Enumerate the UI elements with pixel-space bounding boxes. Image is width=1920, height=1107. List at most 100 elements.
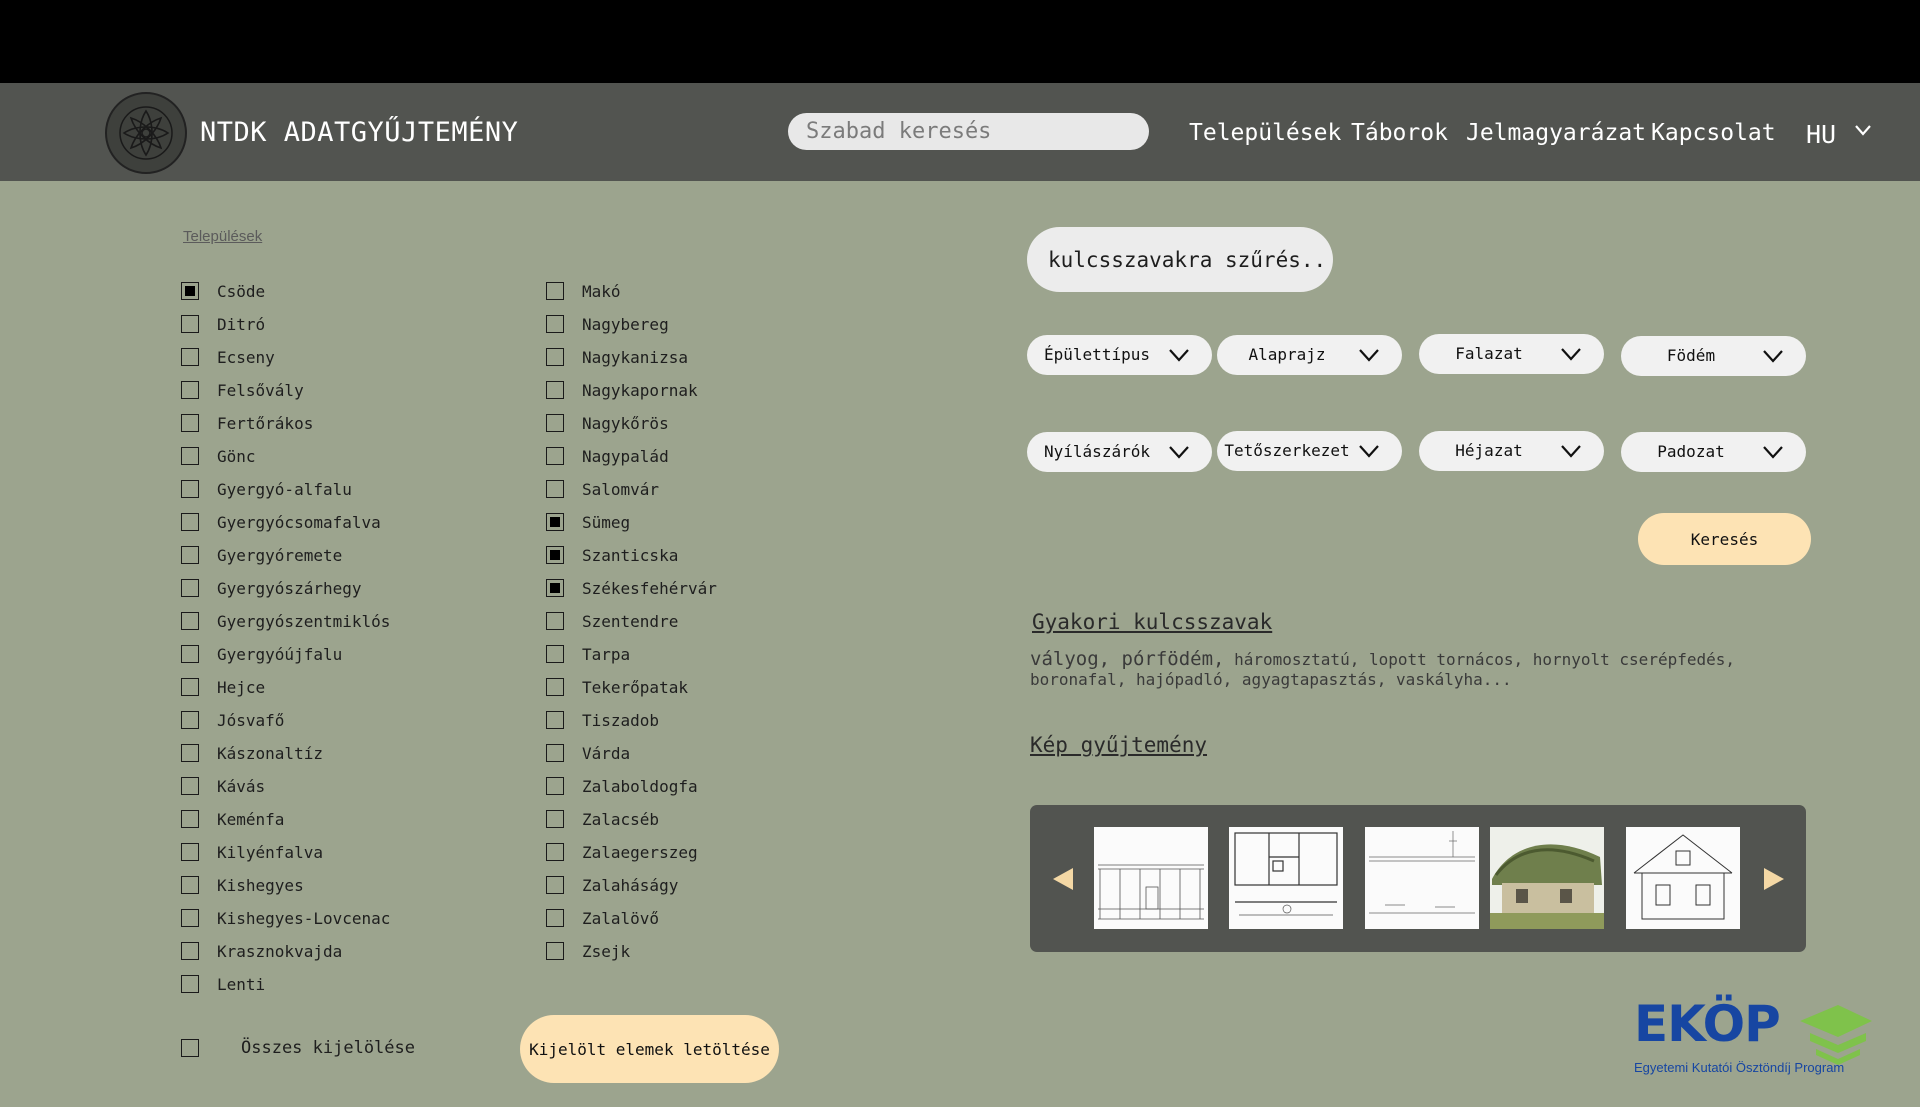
checkbox[interactable] — [546, 513, 564, 531]
settlement-checkbox-row[interactable]: Gyergyószárhegy — [181, 576, 362, 600]
settlement-checkbox-row[interactable]: Gönc — [181, 444, 256, 468]
dropdown-flooring[interactable]: Padozat — [1621, 432, 1806, 472]
checkbox[interactable] — [546, 909, 564, 927]
checkbox[interactable] — [546, 876, 564, 894]
settlement-checkbox-row[interactable]: Tiszadob — [546, 708, 659, 732]
nav-settlements[interactable]: Települések — [1189, 120, 1341, 146]
checkbox[interactable] — [181, 678, 199, 696]
chevron-down-icon[interactable] — [1854, 124, 1872, 136]
dropdown-walls[interactable]: Falazat — [1419, 334, 1604, 374]
settlement-checkbox-row[interactable]: Tarpa — [546, 642, 630, 666]
settlement-checkbox-row[interactable]: Kishegyes — [181, 873, 304, 897]
settlement-checkbox-row[interactable]: Gyergyó-alfalu — [181, 477, 352, 501]
settlement-checkbox-row[interactable]: Nagybereg — [546, 312, 669, 336]
checkbox[interactable] — [181, 447, 199, 465]
site-title[interactable]: NTDK ADATGYŰJTEMÉNY — [200, 117, 518, 148]
settlement-checkbox-row[interactable]: Nagykanizsa — [546, 345, 688, 369]
settlement-checkbox-row[interactable]: Salomvár — [546, 477, 659, 501]
settlement-checkbox-row[interactable]: Felsővály — [181, 378, 304, 402]
nav-camps[interactable]: Táborok — [1351, 120, 1448, 146]
gallery-next-icon[interactable] — [1764, 868, 1784, 890]
dropdown-openings[interactable]: Nyílászárók — [1027, 432, 1212, 472]
checkbox[interactable] — [546, 414, 564, 432]
checkbox[interactable] — [546, 381, 564, 399]
gallery-thumb-porch-drawing[interactable] — [1094, 827, 1208, 929]
checkbox[interactable] — [181, 315, 199, 333]
settlement-checkbox-row[interactable]: Csöde — [181, 279, 265, 303]
checkbox[interactable] — [546, 777, 564, 795]
checkbox[interactable] — [546, 942, 564, 960]
select-all-checkbox[interactable]: Összes kijelölése — [181, 1036, 415, 1060]
seal-logo[interactable] — [104, 91, 188, 175]
checkbox[interactable] — [546, 810, 564, 828]
checkbox[interactable] — [546, 315, 564, 333]
settlement-checkbox-row[interactable]: Ecseny — [181, 345, 275, 369]
dropdown-building-type[interactable]: Épülettípus — [1027, 335, 1212, 375]
settlement-checkbox-row[interactable]: Lenti — [181, 972, 265, 996]
checkbox[interactable] — [181, 810, 199, 828]
settlement-checkbox-row[interactable]: Zalalövő — [546, 906, 659, 930]
checkbox[interactable] — [546, 348, 564, 366]
checkbox[interactable] — [181, 579, 199, 597]
settlement-checkbox-row[interactable]: Makó — [546, 279, 621, 303]
language-selector[interactable]: HU — [1806, 120, 1836, 149]
nav-legend[interactable]: Jelmagyarázat — [1466, 120, 1646, 146]
frequent-keywords-heading[interactable]: Gyakori kulcsszavak — [1032, 610, 1272, 634]
settlement-checkbox-row[interactable]: Zalacséb — [546, 807, 659, 831]
checkbox[interactable] — [546, 711, 564, 729]
dropdown-roofing[interactable]: Héjazat — [1419, 431, 1604, 471]
checkbox[interactable] — [181, 414, 199, 432]
settlement-checkbox-row[interactable]: Gyergyócsomafalva — [181, 510, 381, 534]
settlement-checkbox-row[interactable]: Zsejk — [546, 939, 630, 963]
checkbox[interactable] — [181, 282, 199, 300]
settlement-checkbox-row[interactable]: Szanticska — [546, 543, 678, 567]
settlement-checkbox-row[interactable]: Nagykapornak — [546, 378, 698, 402]
checkbox[interactable] — [181, 975, 199, 993]
settlement-checkbox-row[interactable]: Gyergyóremete — [181, 543, 342, 567]
settlement-checkbox-row[interactable]: Tekerőpatak — [546, 675, 688, 699]
dropdown-ceiling[interactable]: Födém — [1621, 336, 1806, 376]
settlement-checkbox-row[interactable]: Szentendre — [546, 609, 678, 633]
dropdown-floor-plan[interactable]: Alaprajz — [1217, 335, 1402, 375]
checkbox[interactable] — [546, 612, 564, 630]
checkbox[interactable] — [546, 843, 564, 861]
settlement-checkbox-row[interactable]: Zalaháságy — [546, 873, 678, 897]
checkbox[interactable] — [181, 348, 199, 366]
checkbox[interactable] — [181, 612, 199, 630]
checkbox[interactable] — [546, 480, 564, 498]
gallery-thumb-gable-facade[interactable] — [1626, 827, 1740, 929]
free-search-input[interactable] — [788, 113, 1149, 150]
keyword-filter-input[interactable] — [1027, 227, 1333, 292]
checkbox[interactable] — [181, 942, 199, 960]
settlement-checkbox-row[interactable]: Várda — [546, 741, 630, 765]
settlement-checkbox-row[interactable]: Kászonaltíz — [181, 741, 323, 765]
checkbox[interactable] — [181, 1039, 199, 1057]
settlement-checkbox-row[interactable]: Keménfa — [181, 807, 284, 831]
checkbox[interactable] — [181, 546, 199, 564]
checkbox[interactable] — [546, 282, 564, 300]
settlement-checkbox-row[interactable]: Gyergyószentmiklós — [181, 609, 390, 633]
keyword-list-line-2[interactable]: boronafal, hajópadló, agyagtapasztás, va… — [1030, 670, 1512, 689]
settlement-checkbox-row[interactable]: Zalaegerszeg — [546, 840, 698, 864]
checkbox[interactable] — [181, 876, 199, 894]
settlement-checkbox-row[interactable]: Fertőrákos — [181, 411, 313, 435]
settlements-label[interactable]: Települések — [183, 228, 262, 245]
settlement-checkbox-row[interactable]: Zalaboldogfa — [546, 774, 698, 798]
settlement-checkbox-row[interactable]: Ditró — [181, 312, 265, 336]
settlement-checkbox-row[interactable]: Székesfehérvár — [546, 576, 717, 600]
image-collection-heading[interactable]: Kép gyűjtemény — [1030, 733, 1207, 757]
dropdown-roof-structure[interactable]: Tetőszerkezet — [1217, 431, 1402, 471]
keyword-list-line-1[interactable]: vályog, pórfödém, háromosztatú, lopott t… — [1030, 648, 1735, 670]
checkbox[interactable] — [546, 579, 564, 597]
settlement-checkbox-row[interactable]: Hejce — [181, 675, 265, 699]
gallery-prev-icon[interactable] — [1053, 868, 1073, 890]
checkbox[interactable] — [181, 777, 199, 795]
gallery-thumb-floor-plan[interactable] — [1229, 827, 1343, 929]
settlement-checkbox-row[interactable]: Jósvafő — [181, 708, 284, 732]
settlement-checkbox-row[interactable]: Sümeg — [546, 510, 630, 534]
checkbox[interactable] — [181, 711, 199, 729]
checkbox[interactable] — [181, 744, 199, 762]
checkbox[interactable] — [546, 744, 564, 762]
settlement-checkbox-row[interactable]: Nagykőrös — [546, 411, 669, 435]
checkbox[interactable] — [181, 909, 199, 927]
